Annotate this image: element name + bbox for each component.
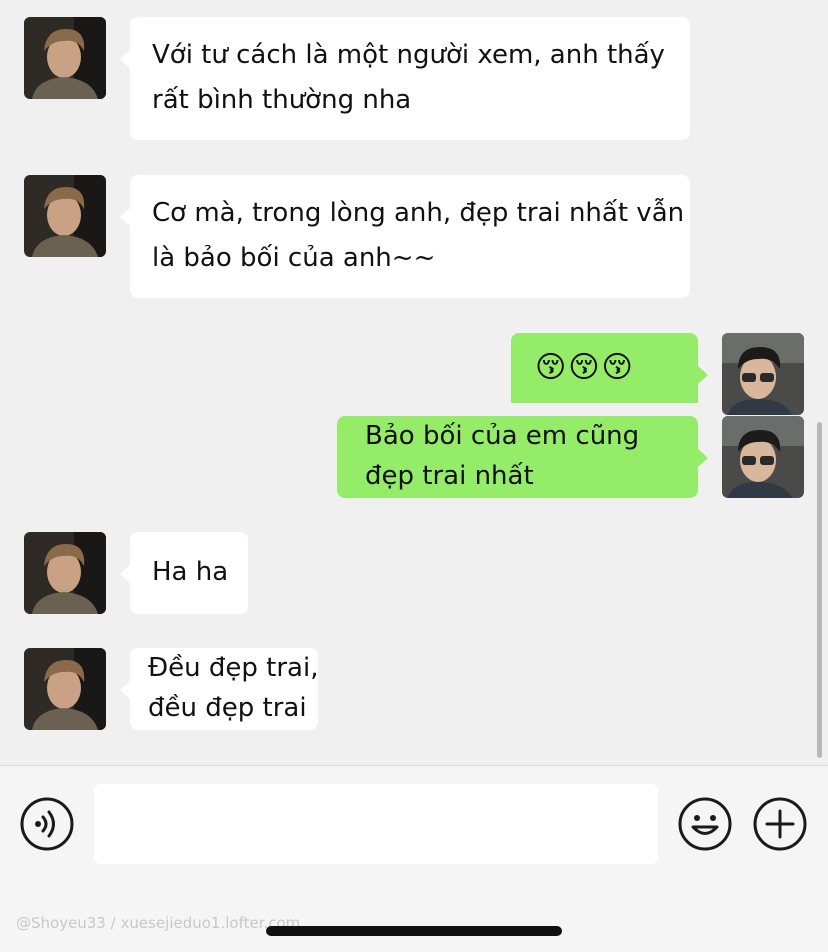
- message-bubble[interactable]: Đều đẹp trai, đều đẹp trai: [120, 648, 319, 730]
- message-text: là bảo bối của anh~~: [152, 243, 436, 273]
- message-text: Ha ha: [152, 557, 229, 587]
- plus-icon: [753, 797, 807, 851]
- message-text: đều đẹp trai: [148, 693, 307, 723]
- chat-history[interactable]: Với tư cách là một người xem, anh thấy r…: [0, 0, 828, 765]
- add-button[interactable]: [752, 796, 808, 852]
- smiley-icon: [678, 797, 732, 851]
- user-avatar[interactable]: [722, 416, 804, 498]
- message-bubble[interactable]: 😚😚😚: [511, 333, 708, 403]
- emoji-button[interactable]: [677, 796, 733, 852]
- message-bubble[interactable]: Bảo bối của em cũng đẹp trai nhất: [337, 416, 708, 498]
- message-text: Bảo bối của em cũng: [365, 421, 640, 451]
- message-text: Với tư cách là một người xem, anh thấy: [152, 40, 665, 70]
- message-text: Cơ mà, trong lòng anh, đẹp trai nhất vẫn: [152, 198, 685, 228]
- message-text: rất bình thường nha: [152, 85, 412, 115]
- message-bubble[interactable]: Với tư cách là một người xem, anh thấy r…: [120, 17, 690, 140]
- message-text: 😚😚😚: [535, 350, 635, 385]
- contact-avatar[interactable]: [24, 175, 106, 257]
- message-bubble[interactable]: Ha ha: [120, 532, 248, 614]
- scrollbar[interactable]: [817, 422, 822, 758]
- user-avatar[interactable]: [722, 333, 804, 415]
- watermark: @Shoyeu33 / xuesejieduo1.lofter.com: [16, 914, 301, 932]
- home-indicator: [266, 926, 562, 936]
- message-input[interactable]: [94, 784, 658, 864]
- message-text: đẹp trai nhất: [365, 461, 534, 491]
- contact-avatar[interactable]: [24, 17, 106, 99]
- input-bar: @Shoyeu33 / xuesejieduo1.lofter.com: [0, 765, 828, 952]
- voice-button[interactable]: [19, 796, 75, 852]
- contact-avatar[interactable]: [24, 648, 106, 730]
- voice-icon: [20, 797, 74, 851]
- message-text: Đều đẹp trai,: [148, 653, 319, 683]
- contact-avatar[interactable]: [24, 532, 106, 614]
- message-bubble[interactable]: Cơ mà, trong lòng anh, đẹp trai nhất vẫn…: [120, 175, 690, 298]
